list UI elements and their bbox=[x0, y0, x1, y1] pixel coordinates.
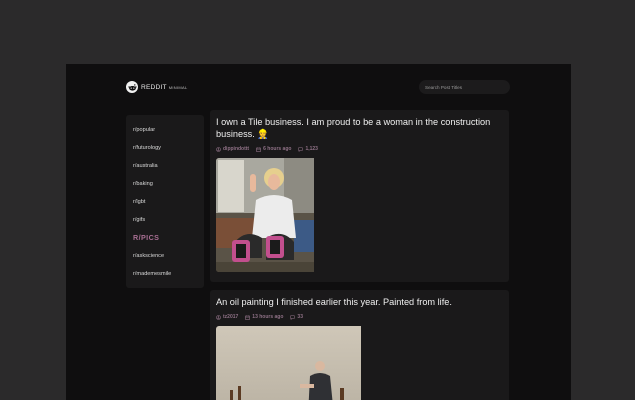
post-meta: dippindottt 6 hours ago 1,123 bbox=[216, 144, 503, 154]
comment-icon bbox=[298, 146, 304, 152]
post-image[interactable] bbox=[216, 326, 503, 400]
sidebar-item-mademesmile[interactable]: r/mademesmile bbox=[126, 265, 204, 283]
time-ago: 6 hours ago bbox=[263, 146, 292, 152]
sidebar-item-gifs[interactable]: r/gifs bbox=[126, 211, 204, 229]
header: REDDIT MINIMAL bbox=[66, 64, 571, 110]
comment-icon bbox=[290, 314, 296, 320]
sidebar-item-popular[interactable]: r/popular bbox=[126, 121, 204, 139]
post-author[interactable]: dippindottt bbox=[216, 146, 249, 152]
subreddit-sidebar: r/popular r/futurology r/australia r/bak… bbox=[126, 115, 204, 288]
sidebar-item-askscience[interactable]: r/askscience bbox=[126, 247, 204, 265]
app-window: REDDIT MINIMAL r/popular r/futurology r/… bbox=[66, 64, 571, 400]
sidebar-item-australia[interactable]: r/australia bbox=[126, 157, 204, 175]
post-comments[interactable]: 33 bbox=[290, 314, 303, 320]
brand-name: REDDIT bbox=[141, 83, 167, 91]
post-author[interactable]: tz2017 bbox=[216, 314, 238, 320]
post-time: 13 hours ago bbox=[245, 314, 283, 320]
sidebar-item-lgbt[interactable]: r/lgbt bbox=[126, 193, 204, 211]
post-time: 6 hours ago bbox=[256, 146, 291, 152]
post-image[interactable] bbox=[216, 158, 503, 272]
oil-painting-image bbox=[216, 326, 361, 400]
user-icon bbox=[216, 146, 221, 152]
post-card: An oil painting I finished earlier this … bbox=[210, 290, 509, 400]
comment-count: 1,123 bbox=[305, 146, 318, 152]
user-icon bbox=[216, 314, 221, 320]
search-input[interactable] bbox=[419, 80, 510, 94]
sidebar-item-futurology[interactable]: r/futurology bbox=[126, 139, 204, 157]
woman-with-knee-pads-image bbox=[216, 158, 314, 272]
reddit-alien-icon bbox=[126, 81, 138, 93]
author-name: dippindottt bbox=[223, 146, 250, 152]
brand-subtitle: MINIMAL bbox=[168, 84, 188, 90]
author-name: tz2017 bbox=[223, 314, 239, 320]
calendar-icon bbox=[245, 314, 251, 320]
time-ago: 13 hours ago bbox=[252, 314, 284, 320]
post-comments[interactable]: 1,123 bbox=[298, 146, 318, 152]
sidebar-item-baking[interactable]: r/baking bbox=[126, 175, 204, 193]
comment-count: 33 bbox=[297, 314, 303, 320]
sidebar-item-pics[interactable]: R/PICS bbox=[126, 229, 204, 247]
calendar-icon bbox=[256, 146, 261, 152]
brand-logo[interactable]: REDDIT MINIMAL bbox=[126, 81, 188, 93]
post-meta: tz2017 13 hours ago 33 bbox=[216, 312, 503, 322]
post-title[interactable]: I own a Tile business. I am proud to be … bbox=[216, 116, 503, 140]
post-card: I own a Tile business. I am proud to be … bbox=[210, 110, 509, 282]
post-title[interactable]: An oil painting I finished earlier this … bbox=[216, 296, 503, 308]
